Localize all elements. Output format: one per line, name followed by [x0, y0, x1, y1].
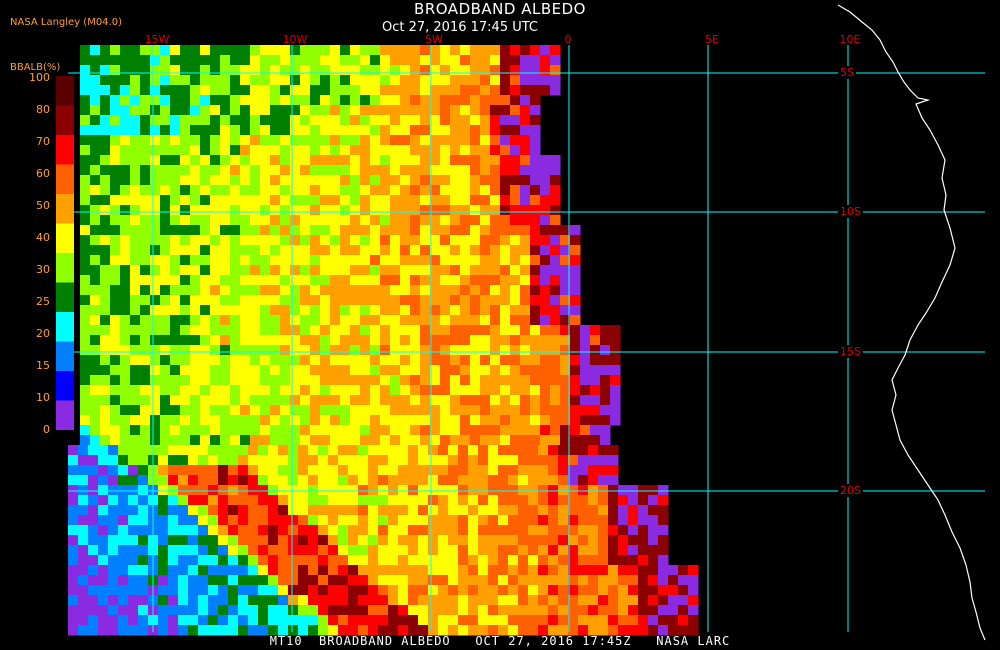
colorbar-swatch — [56, 194, 74, 224]
colorbar-tick: 20 — [36, 327, 50, 340]
colorbar-swatch — [56, 312, 74, 342]
map-title: BROADBAND ALBEDO — [414, 0, 586, 18]
colorbar-tick: 70 — [36, 135, 50, 148]
colorbar — [56, 76, 74, 430]
colorbar-tick: 30 — [36, 263, 50, 276]
colorbar-swatch — [56, 371, 74, 401]
lat-label: 20S — [838, 484, 863, 497]
albedo-imagery — [68, 45, 699, 636]
colorbar-swatch — [56, 223, 74, 253]
lat-label: 15S — [838, 345, 863, 358]
colorbar-swatch — [56, 135, 74, 165]
footer-caption: MT10 BROADBAND ALBEDO OCT 27, 2016 17:45… — [269, 634, 731, 648]
map-canvas — [56, 4, 986, 641]
coastline — [837, 4, 986, 641]
colorbar-swatch — [56, 76, 74, 106]
colorbar-swatch — [56, 400, 74, 430]
colorbar-tick: 40 — [36, 231, 50, 244]
colorbar-swatch — [56, 164, 74, 194]
colorbar-swatch — [56, 341, 74, 371]
lon-label: 5W — [425, 33, 443, 46]
colorbar-tick: 60 — [36, 167, 50, 180]
colorbar-tick: 10 — [36, 391, 50, 404]
colorbar-tick: 80 — [36, 103, 50, 116]
lon-label: 5E — [705, 33, 719, 46]
colorbar-tick: 15 — [36, 359, 50, 372]
lon-label: 0 — [564, 33, 572, 46]
lon-label: 10W — [282, 33, 308, 46]
colorbar-tick: 50 — [36, 199, 50, 212]
colorbar-tick: 25 — [36, 295, 50, 308]
producer-label: NASA Langley (M04.0) — [10, 17, 122, 28]
lon-label: 10E — [839, 33, 861, 46]
colorbar-swatch — [56, 105, 74, 135]
colorbar-swatch — [56, 253, 74, 283]
colorbar-swatch — [56, 282, 74, 312]
colorbar-tick: 100 — [29, 71, 50, 84]
lat-label: 5S — [838, 66, 856, 79]
lon-label: 15W — [144, 33, 170, 46]
lat-label: 10S — [838, 205, 863, 218]
colorbar-tick: 0 — [43, 423, 50, 436]
